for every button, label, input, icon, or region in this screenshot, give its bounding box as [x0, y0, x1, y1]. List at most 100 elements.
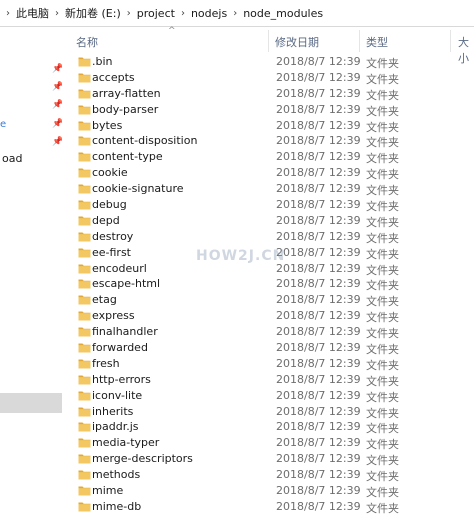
file-date: 2018/8/7 12:39 — [276, 420, 361, 434]
file-date: 2018/8/7 12:39 — [276, 182, 361, 196]
file-type: 文件夹 — [366, 215, 399, 229]
file-name: mime-db — [92, 499, 142, 513]
file-row[interactable]: methods 2018/8/7 12:39 文件夹 — [62, 467, 474, 483]
column-divider[interactable] — [450, 30, 451, 52]
breadcrumb-item-node-modules[interactable]: node_modules — [243, 7, 323, 20]
file-date: 2018/8/7 12:39 — [276, 229, 361, 243]
file-row[interactable]: inherits 2018/8/7 12:39 文件夹 — [62, 404, 474, 420]
file-row[interactable]: bytes 2018/8/7 12:39 文件夹 — [62, 118, 474, 134]
file-date: 2018/8/7 12:39 — [276, 325, 361, 339]
file-type: 文件夹 — [366, 390, 399, 404]
chevron-right-icon[interactable]: › — [127, 8, 131, 19]
file-type: 文件夹 — [366, 152, 399, 166]
file-row[interactable]: mime-db 2018/8/7 12:39 文件夹 — [62, 499, 474, 515]
file-row[interactable]: forwarded 2018/8/7 12:39 文件夹 — [62, 340, 474, 356]
file-date: 2018/8/7 12:39 — [276, 213, 361, 227]
column-header-name[interactable]: 名称 — [76, 34, 98, 50]
file-row[interactable]: media-typer 2018/8/7 12:39 文件夹 — [62, 435, 474, 451]
file-row[interactable]: fresh 2018/8/7 12:39 文件夹 — [62, 356, 474, 372]
file-row[interactable]: body-parser 2018/8/7 12:39 文件夹 — [62, 102, 474, 118]
file-row[interactable]: accepts 2018/8/7 12:39 文件夹 — [62, 70, 474, 86]
folder-icon — [78, 358, 91, 369]
folder-icon — [78, 135, 91, 146]
column-header-date[interactable]: 修改日期 — [275, 34, 319, 50]
folder-icon — [78, 88, 91, 99]
pin-icon[interactable]: 📌 — [52, 100, 62, 110]
file-row[interactable]: mime 2018/8/7 12:39 文件夹 — [62, 483, 474, 499]
file-name: finalhandler — [92, 325, 158, 339]
breadcrumb-item-project[interactable]: project — [137, 7, 175, 20]
file-row[interactable]: cookie-signature 2018/8/7 12:39 文件夹 — [62, 181, 474, 197]
pin-icon[interactable]: 📌 — [52, 64, 62, 74]
file-type: 文件夹 — [366, 406, 399, 420]
file-name: express — [92, 309, 135, 323]
file-type: 文件夹 — [366, 327, 399, 341]
file-row[interactable]: content-disposition 2018/8/7 12:39 文件夹 — [62, 133, 474, 149]
address-bar[interactable]: › 此电脑 › 新加卷 (E:) › project › nodejs › no… — [0, 0, 474, 27]
file-type: 文件夹 — [366, 88, 399, 102]
file-row[interactable]: debug 2018/8/7 12:39 文件夹 — [62, 197, 474, 213]
file-row[interactable]: array-flatten 2018/8/7 12:39 文件夹 — [62, 86, 474, 102]
file-type: 文件夹 — [366, 374, 399, 388]
chevron-right-icon[interactable]: › — [6, 8, 10, 19]
file-type: 文件夹 — [366, 247, 399, 261]
folder-icon — [78, 294, 91, 305]
column-header-type[interactable]: 类型 — [366, 34, 388, 50]
file-row[interactable]: cookie 2018/8/7 12:39 文件夹 — [62, 165, 474, 181]
file-row[interactable]: .bin 2018/8/7 12:39 文件夹 — [62, 54, 474, 70]
file-list: .bin 2018/8/7 12:39 文件夹 accepts 2018/8/7 12:… — [62, 54, 474, 515]
file-type: 文件夹 — [366, 438, 399, 452]
file-date: 2018/8/7 12:39 — [276, 404, 361, 418]
file-row[interactable]: iconv-lite 2018/8/7 12:39 文件夹 — [62, 388, 474, 404]
chevron-right-icon[interactable]: › — [55, 8, 59, 19]
watermark: HOW2J.CN — [196, 248, 286, 264]
column-divider[interactable] — [268, 30, 269, 52]
file-name: bytes — [92, 118, 123, 132]
file-row[interactable]: content-type 2018/8/7 12:39 文件夹 — [62, 149, 474, 165]
file-row[interactable]: depd 2018/8/7 12:39 文件夹 — [62, 213, 474, 229]
breadcrumb-item-drive[interactable]: 新加卷 (E:) — [65, 5, 121, 21]
file-type: 文件夹 — [366, 263, 399, 277]
file-row[interactable]: destroy 2018/8/7 12:39 文件夹 — [62, 229, 474, 245]
breadcrumb-item-nodejs[interactable]: nodejs — [191, 7, 227, 20]
file-row[interactable]: http-errors 2018/8/7 12:39 文件夹 — [62, 372, 474, 388]
chevron-right-icon[interactable]: › — [233, 8, 237, 19]
file-date: 2018/8/7 12:39 — [276, 388, 361, 402]
file-row[interactable]: express 2018/8/7 12:39 文件夹 — [62, 308, 474, 324]
breadcrumb-item-this-pc[interactable]: 此电脑 — [16, 5, 49, 21]
file-row[interactable]: ipaddr.js 2018/8/7 12:39 文件夹 — [62, 419, 474, 435]
file-date: 2018/8/7 12:39 — [276, 341, 361, 355]
file-name: content-disposition — [92, 134, 198, 148]
navigation-pane[interactable]: 📌 📌 📌 📌 📌 e oad — [0, 27, 62, 513]
file-name: media-typer — [92, 436, 160, 450]
file-name: methods — [92, 468, 141, 482]
pin-icon[interactable]: 📌 — [52, 119, 62, 129]
pin-icon[interactable]: 📌 — [52, 137, 62, 147]
folder-icon — [78, 263, 91, 274]
folder-icon — [78, 453, 91, 464]
pin-icon[interactable]: 📌 — [52, 82, 62, 92]
file-row[interactable]: finalhandler 2018/8/7 12:39 文件夹 — [62, 324, 474, 340]
column-divider[interactable] — [359, 30, 360, 52]
file-row[interactable]: merge-descriptors 2018/8/7 12:39 文件夹 — [62, 451, 474, 467]
file-name: fresh — [92, 356, 120, 370]
file-name: array-flatten — [92, 86, 161, 100]
file-name: mime — [92, 484, 124, 498]
folder-icon — [78, 247, 91, 258]
nav-item-partial[interactable]: e — [0, 120, 6, 130]
file-name: iconv-lite — [92, 388, 143, 402]
file-name: content-type — [92, 150, 163, 164]
file-type: 文件夹 — [366, 72, 399, 86]
nav-item-selected[interactable] — [0, 393, 62, 413]
nav-item-downloads[interactable]: oad — [2, 152, 22, 165]
file-row[interactable]: etag 2018/8/7 12:39 文件夹 — [62, 292, 474, 308]
file-date: 2018/8/7 12:39 — [276, 150, 361, 164]
file-name: depd — [92, 213, 120, 227]
file-type: 文件夹 — [366, 57, 399, 70]
file-name: cookie — [92, 166, 128, 180]
file-date: 2018/8/7 12:39 — [276, 499, 361, 513]
file-date: 2018/8/7 12:39 — [276, 309, 361, 323]
file-row[interactable]: escape-html 2018/8/7 12:39 文件夹 — [62, 276, 474, 292]
folder-icon — [78, 469, 91, 480]
chevron-right-icon[interactable]: › — [181, 8, 185, 19]
